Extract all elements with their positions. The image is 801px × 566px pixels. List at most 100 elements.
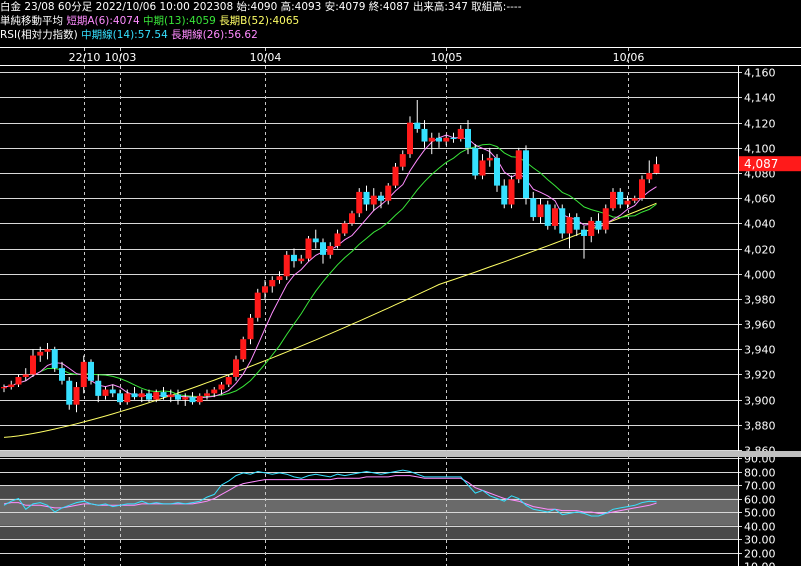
price-tick-label: 3,920 [744,369,776,382]
candle-body [44,349,51,352]
candle-body [537,204,544,218]
candle-body [182,397,189,400]
candle-body [131,393,138,398]
rsi-tick-label: 40.00 [744,521,776,534]
candle-body [146,393,152,400]
price-tick-label: 4,140 [744,92,776,105]
candle-body [1,387,7,389]
candle-body [370,195,377,205]
candle-body [80,361,87,388]
price-tick-label: 3,940 [744,344,776,357]
candle-body [559,208,566,234]
candle-body [8,384,15,388]
candle-body [320,242,326,255]
candlestick-chart[interactable]: 4,1604,1404,1204,1004,0804,0604,0404,020… [0,0,801,566]
candle-body [566,217,573,234]
candle-body [189,397,196,403]
candle-body [109,389,116,394]
price-tick-label: 4,040 [744,218,776,231]
candle-body [573,217,580,230]
candle-body [414,122,421,129]
candle-body [247,317,254,340]
candle-body [211,389,218,394]
candle-body [639,179,645,199]
candle-body [552,208,558,226]
candle-body [262,286,268,293]
candle-body [276,276,283,281]
candle-body [233,359,239,377]
candle-body [501,185,508,205]
candle-body [22,374,29,377]
candle-body [312,238,319,243]
candle-body [617,191,624,205]
candle-body [385,185,392,201]
candle-body [392,166,399,186]
candle-body [486,157,493,161]
candle-body [363,191,370,205]
candle-body [631,198,638,201]
price-tick-label: 4,160 [744,67,776,80]
candle-body [653,164,660,174]
price-tick-label: 3,900 [744,395,776,408]
rsi-tick-label: 80.00 [744,467,776,480]
candle-body [37,351,44,356]
candle-body [73,387,80,405]
candle-body [218,384,225,390]
candle-body [117,393,123,403]
date-label: 22/10 [69,51,101,64]
candle-body [305,238,312,259]
candle-body [327,246,334,255]
candle-body [450,137,457,140]
candle-body [254,292,261,318]
candle-body [588,220,595,236]
candle-body [523,150,529,199]
candle-body [378,195,384,201]
candle-body [167,394,174,398]
candle-body [160,392,167,398]
candle-body [138,393,145,398]
rsi-tick-label: 50.00 [744,507,776,520]
ma-mid-line [3,143,657,398]
candle-body [59,368,65,381]
panel-separator [0,451,801,457]
candle-body [341,223,348,234]
price-tick-label: 3,880 [744,420,776,433]
candle-body [102,389,109,396]
rsi-tick-label: 60.00 [744,494,776,507]
candle-body [399,154,406,167]
candle-body [291,254,297,262]
candle-body [15,376,22,385]
candle-body [479,160,486,176]
date-label: 10/05 [431,51,463,64]
candle-body [51,349,58,369]
candle-body [95,380,102,396]
candle-body [465,128,471,148]
candle-body [356,191,363,214]
date-label: 10/03 [105,51,137,64]
candle-body [240,339,247,360]
date-label: 10/06 [613,51,645,64]
candle-body [283,254,290,277]
candle-body [581,229,587,236]
candle-body [66,380,73,405]
candle-body [334,233,341,247]
rsi-tick-label: 20.00 [744,548,776,561]
price-tick-label: 3,980 [744,294,776,307]
candle-body [443,137,450,142]
ma-long-line [3,202,657,438]
candle-body [457,128,464,140]
price-tick-label: 4,100 [744,143,776,156]
ma-short-line [3,134,657,399]
candle-body [610,191,616,209]
price-tick-label: 4,120 [744,118,776,131]
last-price-label: 4,087 [744,157,778,171]
candle-body [494,157,500,186]
candle-body [175,394,181,400]
candle-body [298,258,305,262]
candle-body [530,198,537,218]
candle-body [595,220,602,230]
candle-body [30,355,36,375]
candle-body [204,393,210,396]
candle-body [515,150,522,180]
candle-body [421,128,428,142]
